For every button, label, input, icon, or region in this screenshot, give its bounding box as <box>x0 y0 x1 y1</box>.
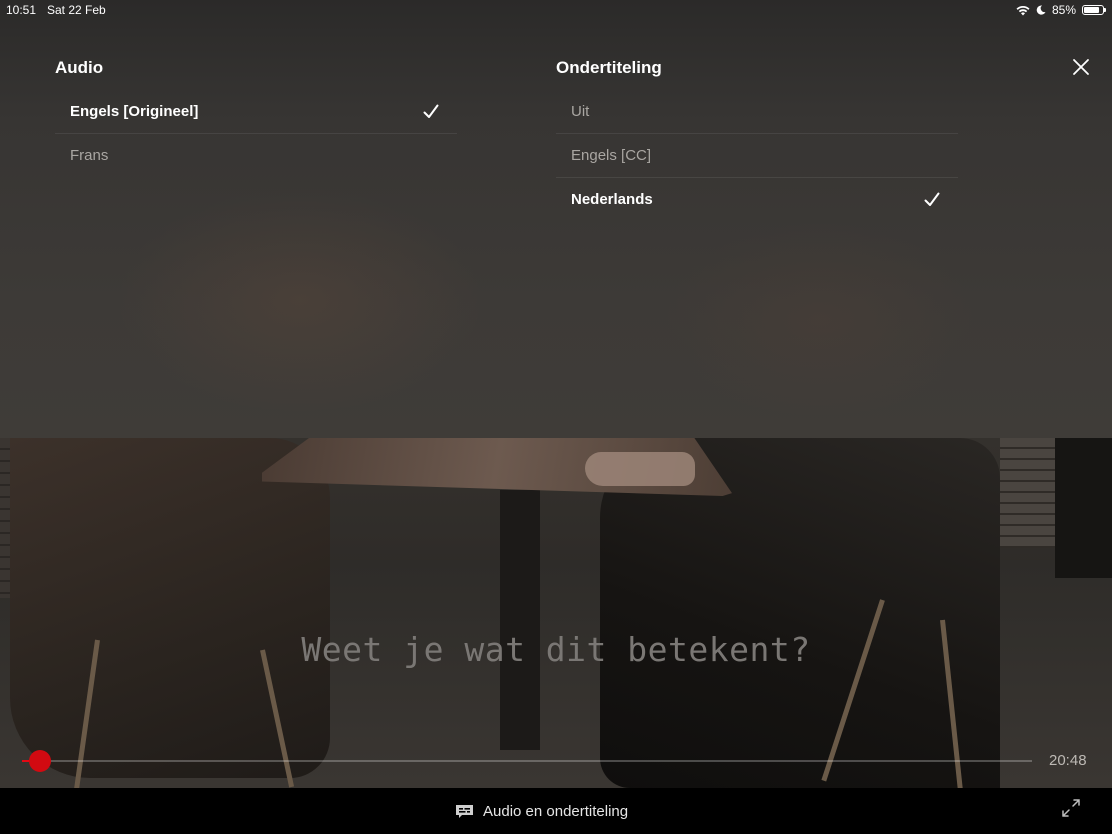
fullscreen-icon[interactable] <box>1061 798 1081 818</box>
brick-wall-right <box>1000 438 1055 548</box>
hand-on-table <box>585 452 695 486</box>
battery-fill <box>1084 7 1100 13</box>
scrubber-thumb[interactable] <box>29 750 52 772</box>
checkmark-icon <box>924 192 940 206</box>
moon-icon <box>1036 5 1046 15</box>
progress-track[interactable] <box>22 760 1032 762</box>
audio-option-label: Engels [Origineel] <box>70 103 199 120</box>
audio-option-label: Frans <box>70 147 109 164</box>
status-bar: 10:51 Sat 22 Feb 85% <box>0 0 1112 20</box>
checkmark-icon <box>423 104 439 118</box>
wifi-icon <box>1016 5 1030 15</box>
battery-icon <box>1082 5 1106 15</box>
time-remaining: 20:48 <box>1049 752 1087 769</box>
subtitle-caption: Weet je wat dit betekent? <box>301 630 811 669</box>
table-leg <box>500 490 540 750</box>
subtitle-option[interactable]: Uit <box>556 90 958 134</box>
status-date: Sat 22 Feb <box>47 3 106 17</box>
bottom-bar: Audio en ondertiteling <box>0 788 1112 834</box>
status-time: 10:51 <box>6 3 37 17</box>
audio-subtitles-panel: 10:51 Sat 22 Feb 85% Audio Engels [Origi… <box>0 0 1112 438</box>
audio-subtitles-label: Audio en ondertiteling <box>483 802 629 820</box>
battery-percent: 85% <box>1051 3 1076 17</box>
subtitles-heading: Ondertiteling <box>556 58 662 77</box>
person-left <box>10 438 330 778</box>
close-icon[interactable] <box>1071 57 1091 77</box>
audio-heading: Audio <box>55 58 104 77</box>
dark-post <box>1055 438 1112 578</box>
subtitle-option-label: Engels [CC] <box>571 147 652 164</box>
audio-option[interactable]: Engels [Origineel] <box>55 90 457 134</box>
status-icons: 85% <box>1016 3 1106 17</box>
audio-subtitles-button[interactable]: Audio en ondertiteling <box>455 788 628 834</box>
subtitle-option-label: Nederlands <box>571 191 653 208</box>
audio-option[interactable]: Frans <box>55 134 457 178</box>
subtitles-icon <box>456 804 473 818</box>
subtitle-option-label: Uit <box>571 103 590 120</box>
subtitle-option[interactable]: Nederlands <box>556 178 958 222</box>
subtitle-option[interactable]: Engels [CC] <box>556 134 958 178</box>
